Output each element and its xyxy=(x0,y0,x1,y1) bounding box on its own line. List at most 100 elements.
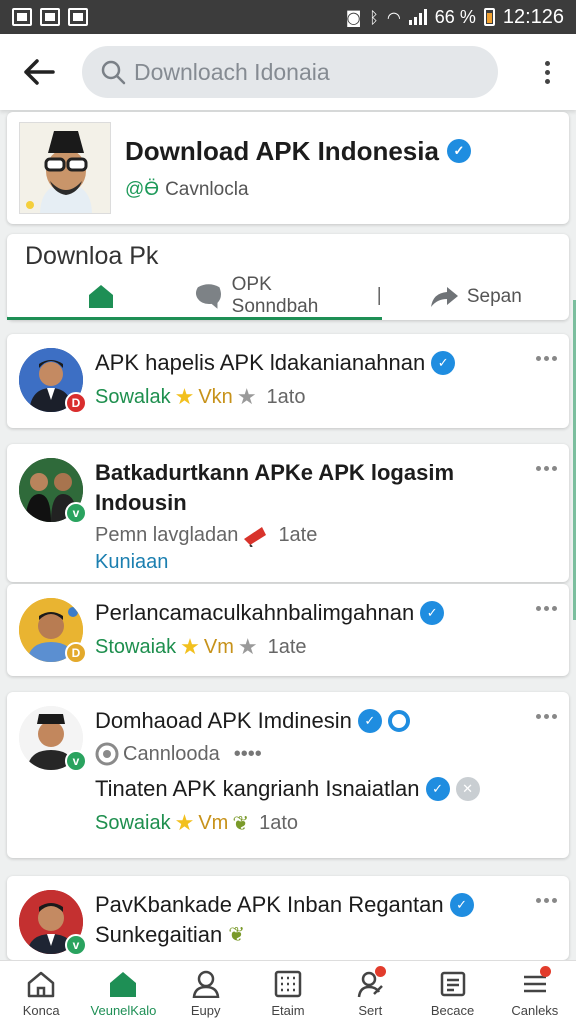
post-tag: Vkn xyxy=(198,385,233,408)
search-icon xyxy=(101,60,126,85)
post-more-button[interactable] xyxy=(527,890,557,954)
post-card[interactable]: D APK hapelis APK ldakanianahnan ✓ Sowal… xyxy=(7,334,569,428)
post-title-row: APK hapelis APK ldakanianahnan ✓ xyxy=(95,348,527,378)
star-outline-icon: ★ xyxy=(236,384,257,409)
star-outline-icon: ★ xyxy=(237,634,258,659)
nav-label: VeunelKalo xyxy=(90,1002,157,1018)
status-badge: v xyxy=(65,934,87,956)
post-link[interactable]: Kuniaan xyxy=(95,551,527,574)
nav-item-profile[interactable]: Eupy xyxy=(165,961,247,1024)
notification-icons xyxy=(12,8,88,26)
nav-label: Eupy xyxy=(190,1002,221,1018)
nav-label: Canleks xyxy=(511,1002,559,1018)
arrow-left-icon xyxy=(24,59,55,85)
star-icon: ★ xyxy=(180,634,200,659)
back-button[interactable] xyxy=(14,47,64,97)
post-tag: Vm xyxy=(203,635,234,658)
post-more-button[interactable] xyxy=(527,706,557,836)
post-line: Sunkegaitian xyxy=(95,922,223,947)
post-author[interactable]: Sowalak xyxy=(95,386,171,409)
avatar[interactable]: D xyxy=(19,598,87,664)
wifi-icon: ◠ xyxy=(386,7,401,27)
post-card[interactable]: v Batkadurtkann APKe APK logasim Indousi… xyxy=(7,444,569,582)
chat-icon xyxy=(196,283,222,309)
post-card[interactable]: v PavKbankade APK Inban Regantan ✓ Sunke… xyxy=(7,876,569,960)
post-more-button[interactable] xyxy=(527,598,557,662)
share-icon xyxy=(430,287,458,307)
post-meta: Stowaiak ★ Vm ★ 1ate xyxy=(95,634,527,660)
bluetooth-icon: ᛒ xyxy=(369,7,379,27)
nav-label: Konca xyxy=(22,1002,60,1018)
tabs-card: Downloa Pk OPK Sonndbah | Sepan xyxy=(7,234,569,320)
nav-item-home[interactable]: Konca xyxy=(0,961,82,1024)
avatar[interactable]: D xyxy=(19,348,87,414)
tab-row: OPK Sonndbah | Sepan xyxy=(7,274,569,320)
status-badge: D xyxy=(65,392,87,414)
post-card[interactable]: D Perlancamaculkahnbalimgahnan ✓ Stowaia… xyxy=(7,584,569,676)
post-title-row: Domhaoad APK Imdinesin ✓ xyxy=(95,706,527,736)
home-icon xyxy=(88,284,113,308)
star-icon: ★ xyxy=(174,810,195,835)
home-filled-icon xyxy=(110,971,137,997)
post-card[interactable]: v Domhaoad APK Imdinesin ✓ Cannlooda •••… xyxy=(7,692,569,858)
tab-chat[interactable]: OPK Sonndbah | xyxy=(194,274,382,320)
post-line: Tinaten APK kangrianh Isnaiatlan xyxy=(95,776,420,801)
avatar[interactable]: v xyxy=(19,706,87,772)
post-title: Batkadurtkann APKe APK logasim Indousin xyxy=(95,460,455,515)
avatar[interactable]: v xyxy=(19,458,87,524)
notification-dot xyxy=(375,965,387,977)
home-outline-icon xyxy=(27,971,55,997)
notification-dot xyxy=(539,965,551,977)
close-icon[interactable]: ✕ xyxy=(455,777,480,801)
leaf-icon: ❦ xyxy=(228,924,245,946)
post-title: APK hapelis APK ldakanianahnan xyxy=(95,350,426,375)
post-title: Perlancamaculkahnbalimgahnan xyxy=(95,600,415,625)
at-icon xyxy=(95,742,119,766)
nav-item-document[interactable]: Becace xyxy=(411,961,493,1024)
avatar[interactable]: v xyxy=(19,890,87,956)
search-bar[interactable] xyxy=(82,46,498,98)
handle-prefix: @Ӫ xyxy=(125,178,160,200)
nav-item-grid[interactable]: Etaim xyxy=(247,961,329,1024)
post-meta: Sowaiak ★ Vm ❦ 1ato xyxy=(95,810,527,836)
verified-icon: ✓ xyxy=(449,893,474,917)
tabs-title: Downloa Pk xyxy=(25,242,159,270)
status-bar: ◙ ᛒ ◠ 66 % 12:126 xyxy=(0,0,576,34)
nav-item-feed[interactable]: VeunelKalo xyxy=(82,961,164,1024)
tab-home[interactable] xyxy=(7,274,195,320)
tab-share-label: Sepan xyxy=(466,286,522,307)
verified-icon: ✓ xyxy=(431,351,456,375)
nfc-icon: ◙ xyxy=(345,7,362,27)
status-badge: D xyxy=(65,642,87,664)
nav-item-menu[interactable]: Canleks xyxy=(494,961,576,1024)
bottom-nav: Konca VeunelKalo Eupy Etaim Sert Becace … xyxy=(0,960,576,1024)
clock: 12:126 xyxy=(502,5,564,28)
post-more-button[interactable] xyxy=(527,458,557,574)
post-title-row: PavKbankade APK Inban Regantan ✓ xyxy=(95,890,527,920)
post-subtitle: Cannlooda xyxy=(123,742,220,765)
overflow-menu-button[interactable] xyxy=(532,60,562,84)
post-time: 1ate xyxy=(267,635,307,658)
document-icon xyxy=(440,971,465,996)
nav-item-alerts[interactable]: Sert xyxy=(329,961,411,1024)
battery-percent: 66 % xyxy=(434,6,476,27)
post-meta: Pemn lavgladan 1ate xyxy=(95,524,527,547)
megaphone-icon xyxy=(244,526,267,547)
search-input[interactable] xyxy=(134,58,474,86)
post-title-row: Perlancamaculkahnbalimgahnan ✓ xyxy=(95,598,527,628)
ring-icon xyxy=(387,710,410,732)
profile-card[interactable]: Download APK Indonesia ✓ @Ӫ Cavnlocla xyxy=(7,112,569,224)
grid-icon xyxy=(274,970,302,997)
post-sub-row: Cannlooda •••• xyxy=(95,742,527,766)
verified-icon: ✓ xyxy=(420,601,445,625)
star-icon: ★ xyxy=(174,384,195,409)
top-app-bar xyxy=(0,34,576,110)
status-badge: v xyxy=(65,502,87,524)
post-more-button[interactable] xyxy=(527,348,557,412)
nav-label: Etaim xyxy=(271,1002,305,1018)
post-author[interactable]: Stowaiak xyxy=(95,636,176,659)
tab-share[interactable]: Sepan xyxy=(382,274,569,320)
post-author[interactable]: Sowaiak xyxy=(95,812,171,835)
post-time: 1ato xyxy=(259,811,299,834)
profile-avatar[interactable] xyxy=(19,122,111,214)
